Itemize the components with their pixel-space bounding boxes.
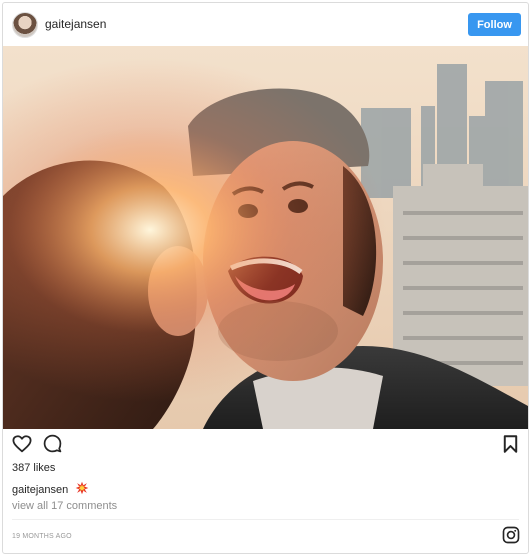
- post-timestamp: 19 MONTHS AGO: [12, 533, 72, 540]
- avatar[interactable]: [12, 12, 38, 38]
- post-header: gaitejansen Follow: [3, 3, 528, 46]
- collision-emoji-icon: [76, 481, 89, 495]
- bookmark-icon[interactable]: [503, 435, 518, 453]
- caption-username[interactable]: gaitejansen: [12, 484, 68, 496]
- heart-icon[interactable]: [12, 435, 32, 453]
- divider: [12, 519, 519, 520]
- username[interactable]: gaitejansen: [45, 17, 106, 31]
- caption: gaitejansen: [12, 481, 89, 496]
- instagram-embed-card: gaitejansen Follow 387 likes gaitejansen…: [2, 2, 529, 554]
- photo-illustration: [3, 46, 528, 429]
- post-photo[interactable]: [3, 46, 528, 429]
- follow-button[interactable]: Follow: [468, 13, 521, 36]
- likes-count[interactable]: 387 likes: [12, 462, 55, 474]
- comment-icon[interactable]: [43, 434, 62, 453]
- instagram-icon[interactable]: [502, 526, 520, 544]
- post-actions: [3, 429, 528, 461]
- view-comments-link[interactable]: view all 17 comments: [12, 500, 117, 512]
